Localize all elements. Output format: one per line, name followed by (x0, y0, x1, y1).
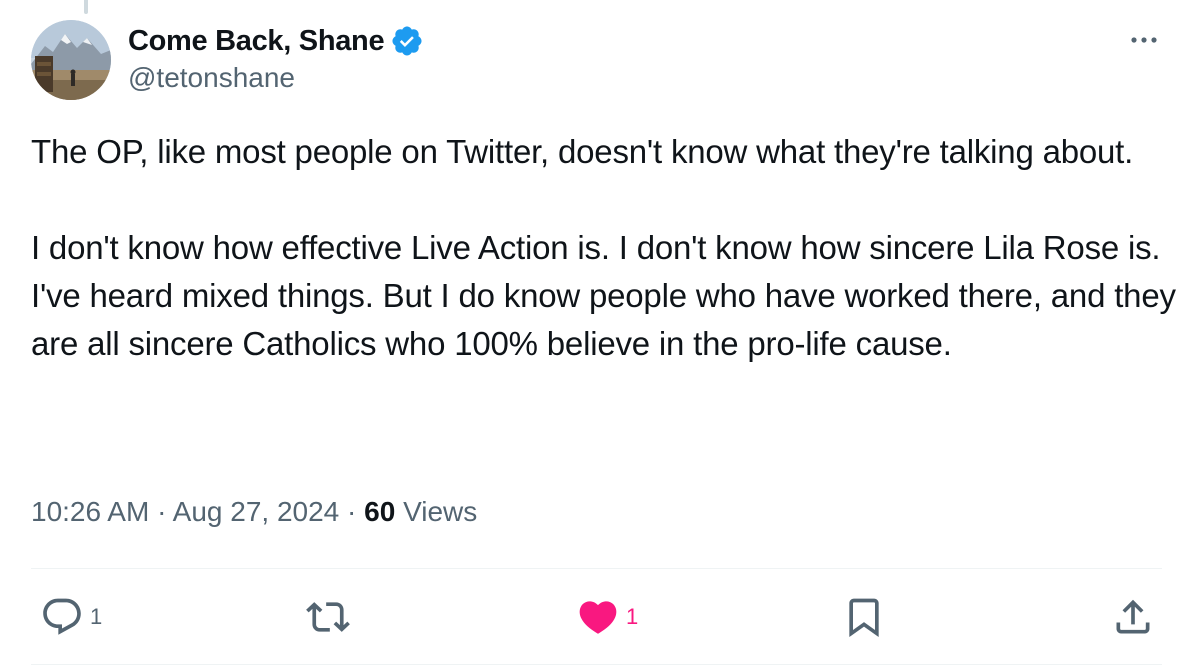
author-handle[interactable]: @tetonshane (128, 62, 295, 94)
author-name-row[interactable]: Come Back, Shane (128, 22, 424, 60)
more-options-button[interactable] (1126, 28, 1162, 52)
tweet-time[interactable]: 10:26 AM (31, 496, 149, 527)
bookmark-button[interactable] (842, 595, 886, 639)
share-icon (1116, 599, 1150, 634)
tweet-paragraph: The OP, like most people on Twitter, doe… (31, 133, 1134, 170)
author-display-name[interactable]: Come Back, Shane (128, 25, 385, 58)
tweet-meta: 10:26 AM · Aug 27, 2024 · 60 Views (31, 496, 477, 528)
tweet-paragraph: I don't know how effective Live Action i… (31, 229, 1176, 362)
more-options-icon (1131, 37, 1157, 43)
bookmark-icon (849, 598, 879, 638)
like-button[interactable]: 1 (576, 595, 638, 639)
views-label: Views (403, 496, 478, 527)
avatar[interactable] (31, 20, 111, 100)
meta-separator: · (347, 496, 357, 527)
mountain-landscape-avatar-icon (31, 20, 111, 100)
reply-count: 1 (90, 604, 103, 629)
thread-connector-line (84, 0, 88, 14)
views-count: 60 (364, 496, 396, 527)
verified-badge-icon (392, 26, 422, 56)
bottom-divider (31, 664, 1162, 665)
retweet-icon (306, 602, 350, 632)
tweet-text: The OP, like most people on Twitter, doe… (31, 128, 1181, 368)
divider (31, 568, 1162, 569)
share-button[interactable] (1111, 595, 1155, 639)
retweet-button[interactable] (306, 595, 356, 639)
meta-separator: · (157, 496, 167, 527)
tweet-date[interactable]: Aug 27, 2024 (173, 496, 340, 527)
like-count: 1 (626, 604, 639, 629)
heart-icon (579, 601, 617, 634)
reply-icon (43, 598, 81, 635)
reply-button[interactable]: 1 (40, 595, 102, 639)
